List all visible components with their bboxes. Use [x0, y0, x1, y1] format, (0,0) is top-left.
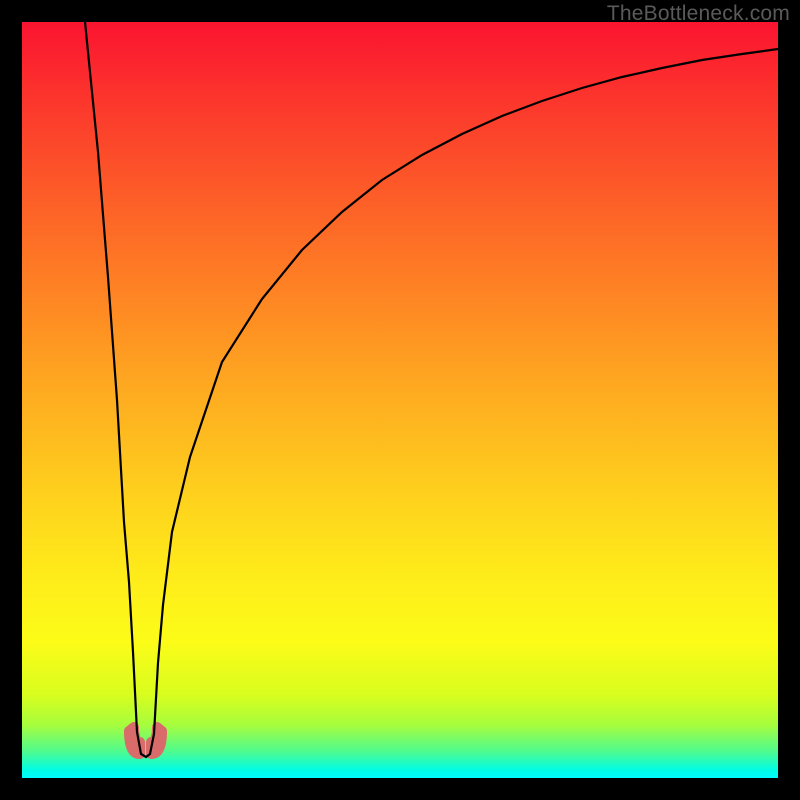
curve-svg — [22, 22, 778, 778]
chart-frame: TheBottleneck.com — [0, 0, 800, 800]
bottleneck-curve — [59, 22, 778, 757]
watermark-text: TheBottleneck.com — [607, 2, 790, 26]
plot-area — [22, 22, 778, 778]
minimum-markers — [129, 727, 162, 754]
